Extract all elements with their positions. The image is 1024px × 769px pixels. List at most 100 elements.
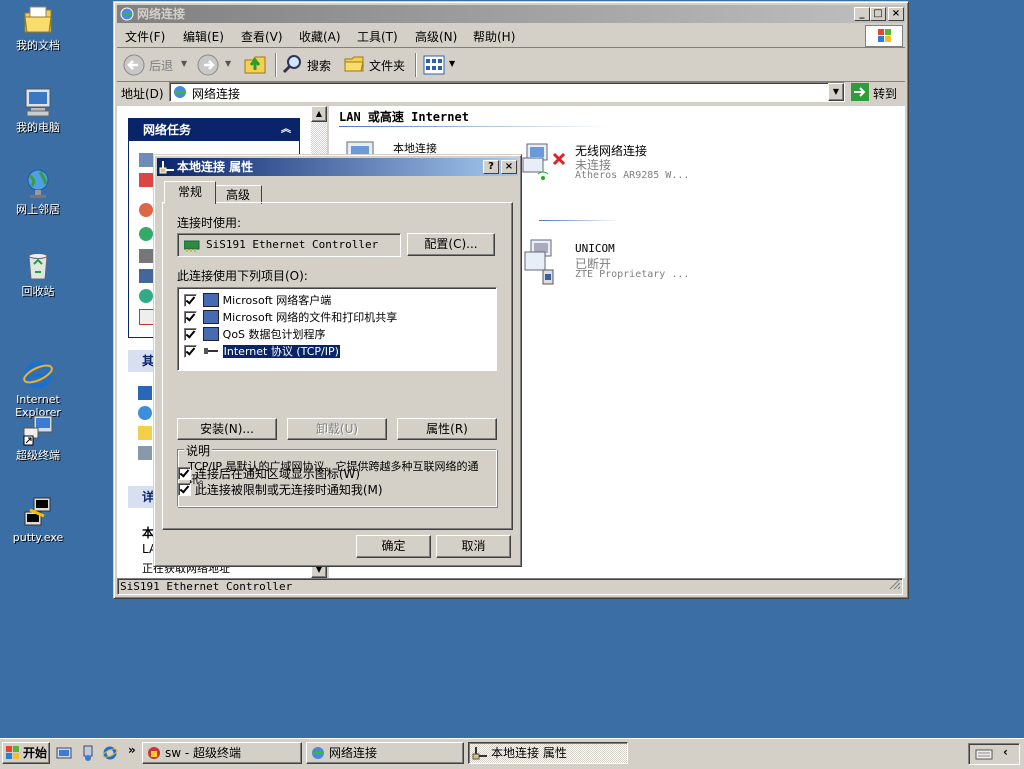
place-icon-2 bbox=[138, 406, 152, 420]
list-item[interactable]: Internet 协议 (TCP/IP) bbox=[184, 343, 484, 359]
adapter-field: SiS191 Ethernet Controller bbox=[177, 233, 401, 257]
notify-checkbox[interactable] bbox=[178, 483, 191, 496]
tab-advanced-label: 高级 bbox=[225, 188, 250, 202]
go-button[interactable]: 转到 bbox=[849, 82, 903, 102]
item-label: QoS 数据包计划程序 bbox=[222, 328, 326, 341]
place-icon-4 bbox=[138, 446, 152, 460]
search-button[interactable]: 搜索 bbox=[281, 53, 337, 77]
network-connections-icon bbox=[119, 6, 135, 22]
forward-button[interactable]: ▼ bbox=[195, 53, 235, 77]
list-item[interactable]: QoS 数据包计划程序 bbox=[184, 326, 484, 342]
taskbar-item-properties[interactable]: 本地连接 属性 bbox=[468, 742, 628, 764]
resize-grip-icon bbox=[889, 578, 901, 593]
menu-edit[interactable]: 编辑(E) bbox=[183, 28, 224, 45]
minimize-button[interactable]: _ bbox=[854, 7, 870, 21]
show-icon-checkbox[interactable] bbox=[178, 467, 191, 480]
address-dropdown-button[interactable]: ▼ bbox=[828, 83, 844, 101]
desktop-icon-my-documents[interactable]: 我的文档 bbox=[2, 4, 74, 52]
internet-explorer-quicklaunch-icon[interactable] bbox=[102, 745, 118, 764]
network-tasks-header[interactable]: 网络任务 ︽ bbox=[129, 119, 299, 141]
help-button[interactable]: ? bbox=[483, 160, 499, 174]
desktop-icon-label: 超级终端 bbox=[16, 449, 60, 462]
components-list[interactable]: Microsoft 网络客户端 Microsoft 网络的文件和打印机共享 Qo… bbox=[177, 287, 497, 371]
forward-dropdown-icon: ▼ bbox=[225, 59, 232, 68]
menu-view[interactable]: 查看(V) bbox=[241, 28, 283, 45]
service-icon bbox=[202, 327, 219, 341]
menu-help[interactable]: 帮助(H) bbox=[473, 28, 515, 45]
dialog-network-icon bbox=[159, 159, 175, 176]
folders-label: 文件夹 bbox=[369, 59, 406, 73]
notify-option[interactable]: 此连接被限制或无连接时通知我(M) bbox=[178, 481, 383, 498]
ok-button[interactable]: 确定 bbox=[356, 535, 431, 558]
address-input[interactable]: 网络连接 ▼ bbox=[169, 82, 845, 102]
taskbar-item-network-connections[interactable]: 网络连接 bbox=[306, 742, 464, 764]
folders-button[interactable]: 文件夹 bbox=[343, 53, 411, 77]
cancel-button[interactable]: 取消 bbox=[436, 535, 511, 558]
views-button[interactable]: ▼ bbox=[421, 53, 457, 77]
windows-flag-icon bbox=[6, 746, 20, 763]
connection-wireless[interactable]: 无线网络连接 未连接 Atheros AR9285 W... bbox=[521, 140, 721, 190]
item-label: Microsoft 网络的文件和打印机共享 bbox=[222, 311, 398, 324]
address-bar: 地址(D) 网络连接 ▼ 转到 bbox=[117, 82, 905, 104]
uninstall-button[interactable]: 卸载(U) bbox=[287, 418, 387, 440]
desktop-icon-putty[interactable]: putty.exe bbox=[2, 496, 74, 544]
explorer-titlebar[interactable]: 网络连接 _ □ × bbox=[117, 5, 905, 23]
dialog-titlebar[interactable]: 本地连接 属性 ? × bbox=[157, 158, 518, 176]
windows-explorer-quicklaunch-icon[interactable] bbox=[80, 745, 96, 764]
my-documents-icon bbox=[22, 4, 54, 36]
taskbar-item-label: 网络连接 bbox=[329, 746, 378, 760]
status-bar: SiS191 Ethernet Controller bbox=[117, 578, 903, 595]
item-checkbox[interactable] bbox=[184, 344, 197, 358]
wrench-icon bbox=[139, 249, 153, 263]
list-item[interactable]: Microsoft 网络客户端 bbox=[184, 292, 484, 308]
install-button[interactable]: 安装(N)... bbox=[177, 418, 277, 440]
list-item[interactable]: Microsoft 网络的文件和打印机共享 bbox=[184, 309, 484, 325]
toolbar-separator bbox=[275, 53, 277, 77]
task-item-icon-7 bbox=[139, 289, 153, 303]
menu-file[interactable]: 文件(F) bbox=[125, 28, 165, 45]
show-icon-option[interactable]: 连接后在通知区域显示图标(W) bbox=[178, 465, 360, 482]
network-places-icon bbox=[22, 168, 54, 200]
item-checkbox[interactable] bbox=[184, 310, 197, 324]
desktop-icon-label: 回收站 bbox=[21, 285, 55, 298]
wireless-connection-device: Atheros AR9285 W... bbox=[575, 170, 690, 181]
quicklaunch-chevron[interactable]: » bbox=[128, 743, 136, 757]
group-divider bbox=[339, 126, 609, 127]
explorer-title: 网络连接 bbox=[137, 7, 186, 21]
keyboard-icon[interactable] bbox=[975, 747, 993, 764]
taskbar-item-hyperterminal[interactable]: sw - 超级终端 bbox=[142, 742, 302, 764]
address-label: 地址(D) bbox=[121, 87, 164, 101]
desktop-icon-hyperterminal[interactable]: 超级终端 bbox=[2, 414, 74, 462]
tab-general-label: 常规 bbox=[177, 185, 202, 199]
start-button[interactable]: 开始 bbox=[2, 742, 50, 764]
menu-advanced[interactable]: 高级(N) bbox=[415, 28, 457, 45]
properties-task-icon bbox=[472, 745, 488, 763]
item-checkbox[interactable] bbox=[184, 327, 197, 341]
network-adapter-icon bbox=[183, 238, 200, 255]
tray-expand-chevron[interactable]: ‹ bbox=[1003, 745, 1008, 759]
scroll-up-button[interactable]: ▲ bbox=[311, 106, 327, 122]
menu-tools[interactable]: 工具(T) bbox=[357, 28, 398, 45]
description-legend: 说明 bbox=[184, 442, 213, 459]
dialog-close-button[interactable]: × bbox=[501, 160, 517, 174]
connection-unicom[interactable]: UNICOM 已断开 ZTE Proprietary ... bbox=[521, 238, 721, 288]
properties-button[interactable]: 属性(R) bbox=[397, 418, 497, 440]
up-folder-button[interactable] bbox=[243, 52, 269, 78]
back-button[interactable]: 后退 ▼ bbox=[121, 53, 187, 77]
task-item-icon-3 bbox=[139, 203, 153, 217]
maximize-button[interactable]: □ bbox=[870, 7, 886, 21]
item-checkbox[interactable] bbox=[184, 293, 197, 307]
adapter-name: SiS191 Ethernet Controller bbox=[206, 238, 379, 251]
dialup-connection-icon bbox=[521, 238, 565, 289]
desktop-icon-network-places[interactable]: 网上邻居 bbox=[2, 168, 74, 216]
show-desktop-icon[interactable] bbox=[56, 745, 72, 764]
collapse-chevron-icon[interactable]: ︽ bbox=[281, 119, 291, 141]
configure-button[interactable]: 配置(C)... bbox=[407, 233, 495, 256]
menu-favorites[interactable]: 收藏(A) bbox=[299, 28, 341, 45]
tab-general[interactable]: 常规 bbox=[164, 181, 216, 204]
back-dropdown-icon: ▼ bbox=[181, 59, 188, 68]
desktop-icon-my-computer[interactable]: 我的电脑 bbox=[2, 86, 74, 134]
desktop-icon-recycle-bin[interactable]: 回收站 bbox=[2, 250, 74, 298]
close-button[interactable]: × bbox=[888, 7, 904, 21]
status-text: SiS191 Ethernet Controller bbox=[120, 580, 293, 593]
